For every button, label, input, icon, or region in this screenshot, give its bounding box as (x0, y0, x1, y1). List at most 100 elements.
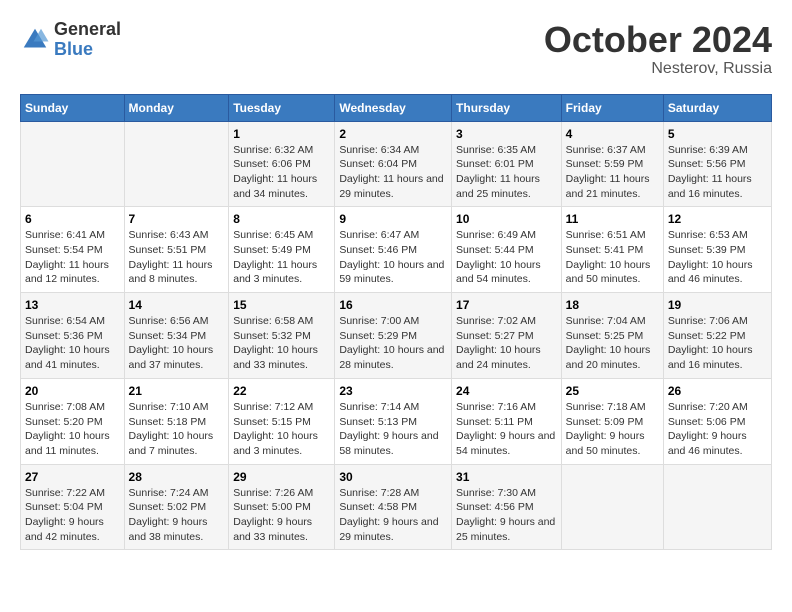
weekday-header-monday: Monday (124, 94, 229, 121)
day-info: Sunrise: 7:24 AM Sunset: 5:02 PM Dayligh… (129, 486, 225, 545)
day-info: Sunrise: 6:32 AM Sunset: 6:06 PM Dayligh… (233, 143, 330, 202)
day-number: 15 (233, 298, 330, 312)
calendar-cell: 5 Sunrise: 6:39 AM Sunset: 5:56 PM Daylig… (663, 121, 771, 207)
calendar-cell: 17 Sunrise: 7:02 AM Sunset: 5:27 PM Dayli… (452, 293, 562, 379)
day-number: 19 (668, 298, 767, 312)
day-number: 29 (233, 470, 330, 484)
day-number: 27 (25, 470, 120, 484)
calendar-cell: 18 Sunrise: 7:04 AM Sunset: 5:25 PM Dayli… (561, 293, 663, 379)
calendar-cell: 8 Sunrise: 6:45 AM Sunset: 5:49 PM Daylig… (229, 207, 335, 293)
day-info: Sunrise: 6:39 AM Sunset: 5:56 PM Dayligh… (668, 143, 767, 202)
calendar-cell: 29 Sunrise: 7:26 AM Sunset: 5:00 PM Dayli… (229, 464, 335, 550)
day-number: 4 (566, 127, 659, 141)
day-info: Sunrise: 6:56 AM Sunset: 5:34 PM Dayligh… (129, 314, 225, 373)
calendar-table: SundayMondayTuesdayWednesdayThursdayFrid… (20, 94, 772, 551)
month-title: October 2024 (544, 20, 772, 60)
calendar-cell: 26 Sunrise: 7:20 AM Sunset: 5:06 PM Dayli… (663, 378, 771, 464)
calendar-cell: 16 Sunrise: 7:00 AM Sunset: 5:29 PM Dayli… (335, 293, 452, 379)
day-number: 9 (339, 212, 447, 226)
day-info: Sunrise: 7:10 AM Sunset: 5:18 PM Dayligh… (129, 400, 225, 459)
weekday-header-tuesday: Tuesday (229, 94, 335, 121)
weekday-header-row: SundayMondayTuesdayWednesdayThursdayFrid… (21, 94, 772, 121)
calendar-cell: 27 Sunrise: 7:22 AM Sunset: 5:04 PM Dayli… (21, 464, 125, 550)
day-info: Sunrise: 6:34 AM Sunset: 6:04 PM Dayligh… (339, 143, 447, 202)
weekday-header-sunday: Sunday (21, 94, 125, 121)
logo-blue-text: Blue (54, 40, 121, 60)
calendar-week-row: 20 Sunrise: 7:08 AM Sunset: 5:20 PM Dayli… (21, 378, 772, 464)
logo: General Blue (20, 20, 121, 60)
day-info: Sunrise: 6:53 AM Sunset: 5:39 PM Dayligh… (668, 228, 767, 287)
calendar-cell: 19 Sunrise: 7:06 AM Sunset: 5:22 PM Dayli… (663, 293, 771, 379)
day-number: 16 (339, 298, 447, 312)
day-number: 13 (25, 298, 120, 312)
calendar-cell: 22 Sunrise: 7:12 AM Sunset: 5:15 PM Dayli… (229, 378, 335, 464)
calendar-cell: 28 Sunrise: 7:24 AM Sunset: 5:02 PM Dayli… (124, 464, 229, 550)
day-info: Sunrise: 7:14 AM Sunset: 5:13 PM Dayligh… (339, 400, 447, 459)
day-info: Sunrise: 6:51 AM Sunset: 5:41 PM Dayligh… (566, 228, 659, 287)
day-number: 12 (668, 212, 767, 226)
day-number: 21 (129, 384, 225, 398)
day-info: Sunrise: 7:02 AM Sunset: 5:27 PM Dayligh… (456, 314, 557, 373)
weekday-header-saturday: Saturday (663, 94, 771, 121)
day-info: Sunrise: 7:26 AM Sunset: 5:00 PM Dayligh… (233, 486, 330, 545)
day-number: 24 (456, 384, 557, 398)
day-number: 2 (339, 127, 447, 141)
calendar-cell: 20 Sunrise: 7:08 AM Sunset: 5:20 PM Dayli… (21, 378, 125, 464)
day-info: Sunrise: 7:22 AM Sunset: 5:04 PM Dayligh… (25, 486, 120, 545)
day-number: 17 (456, 298, 557, 312)
calendar-cell: 7Sunrise: 6:43 AM Sunset: 5:51 PM Daylig… (124, 207, 229, 293)
day-info: Sunrise: 6:43 AM Sunset: 5:51 PM Dayligh… (129, 228, 225, 287)
day-number: 5 (668, 127, 767, 141)
day-number: 11 (566, 212, 659, 226)
calendar-cell: 31 Sunrise: 7:30 AM Sunset: 4:56 PM Dayli… (452, 464, 562, 550)
calendar-cell: 12 Sunrise: 6:53 AM Sunset: 5:39 PM Dayli… (663, 207, 771, 293)
calendar-cell: 30 Sunrise: 7:28 AM Sunset: 4:58 PM Dayli… (335, 464, 452, 550)
day-info: Sunrise: 6:49 AM Sunset: 5:44 PM Dayligh… (456, 228, 557, 287)
weekday-header-thursday: Thursday (452, 94, 562, 121)
calendar-week-row: 27 Sunrise: 7:22 AM Sunset: 5:04 PM Dayli… (21, 464, 772, 550)
calendar-cell: 23Sunrise: 7:14 AM Sunset: 5:13 PM Dayli… (335, 378, 452, 464)
calendar-cell: 21 Sunrise: 7:10 AM Sunset: 5:18 PM Dayli… (124, 378, 229, 464)
calendar-cell: 4 Sunrise: 6:37 AM Sunset: 5:59 PM Daylig… (561, 121, 663, 207)
page-header: General Blue October 2024 Nesterov, Russ… (20, 20, 772, 78)
calendar-cell: 11 Sunrise: 6:51 AM Sunset: 5:41 PM Dayli… (561, 207, 663, 293)
day-info: Sunrise: 7:04 AM Sunset: 5:25 PM Dayligh… (566, 314, 659, 373)
day-info: Sunrise: 7:16 AM Sunset: 5:11 PM Dayligh… (456, 400, 557, 459)
day-info: Sunrise: 6:35 AM Sunset: 6:01 PM Dayligh… (456, 143, 557, 202)
day-info: Sunrise: 6:47 AM Sunset: 5:46 PM Dayligh… (339, 228, 447, 287)
day-number: 20 (25, 384, 120, 398)
day-info: Sunrise: 7:08 AM Sunset: 5:20 PM Dayligh… (25, 400, 120, 459)
day-number: 18 (566, 298, 659, 312)
day-info: Sunrise: 7:06 AM Sunset: 5:22 PM Dayligh… (668, 314, 767, 373)
calendar-cell (21, 121, 125, 207)
calendar-cell (124, 121, 229, 207)
calendar-cell: 14 Sunrise: 6:56 AM Sunset: 5:34 PM Dayli… (124, 293, 229, 379)
calendar-cell: 2 Sunrise: 6:34 AM Sunset: 6:04 PM Daylig… (335, 121, 452, 207)
day-number: 3 (456, 127, 557, 141)
day-number: 8 (233, 212, 330, 226)
day-info: Sunrise: 7:00 AM Sunset: 5:29 PM Dayligh… (339, 314, 447, 373)
day-info: Sunrise: 7:30 AM Sunset: 4:56 PM Dayligh… (456, 486, 557, 545)
calendar-cell: 3 Sunrise: 6:35 AM Sunset: 6:01 PM Daylig… (452, 121, 562, 207)
day-info: Sunrise: 7:12 AM Sunset: 5:15 PM Dayligh… (233, 400, 330, 459)
calendar-cell: 10Sunrise: 6:49 AM Sunset: 5:44 PM Dayli… (452, 207, 562, 293)
calendar-cell: 13 Sunrise: 6:54 AM Sunset: 5:36 PM Dayli… (21, 293, 125, 379)
location-subtitle: Nesterov, Russia (544, 60, 772, 78)
day-number: 26 (668, 384, 767, 398)
day-number: 22 (233, 384, 330, 398)
weekday-header-wednesday: Wednesday (335, 94, 452, 121)
calendar-cell: 24 Sunrise: 7:16 AM Sunset: 5:11 PM Dayli… (452, 378, 562, 464)
day-number: 28 (129, 470, 225, 484)
day-info: Sunrise: 6:45 AM Sunset: 5:49 PM Dayligh… (233, 228, 330, 287)
day-info: Sunrise: 6:37 AM Sunset: 5:59 PM Dayligh… (566, 143, 659, 202)
calendar-cell: 1Sunrise: 6:32 AM Sunset: 6:06 PM Daylig… (229, 121, 335, 207)
day-info: Sunrise: 7:28 AM Sunset: 4:58 PM Dayligh… (339, 486, 447, 545)
calendar-cell: 6Sunrise: 6:41 AM Sunset: 5:54 PM Daylig… (21, 207, 125, 293)
calendar-week-row: 13 Sunrise: 6:54 AM Sunset: 5:36 PM Dayli… (21, 293, 772, 379)
day-number: 31 (456, 470, 557, 484)
day-number: 25 (566, 384, 659, 398)
day-number: 14 (129, 298, 225, 312)
day-info: Sunrise: 7:20 AM Sunset: 5:06 PM Dayligh… (668, 400, 767, 459)
day-info: Sunrise: 6:54 AM Sunset: 5:36 PM Dayligh… (25, 314, 120, 373)
day-number: 30 (339, 470, 447, 484)
